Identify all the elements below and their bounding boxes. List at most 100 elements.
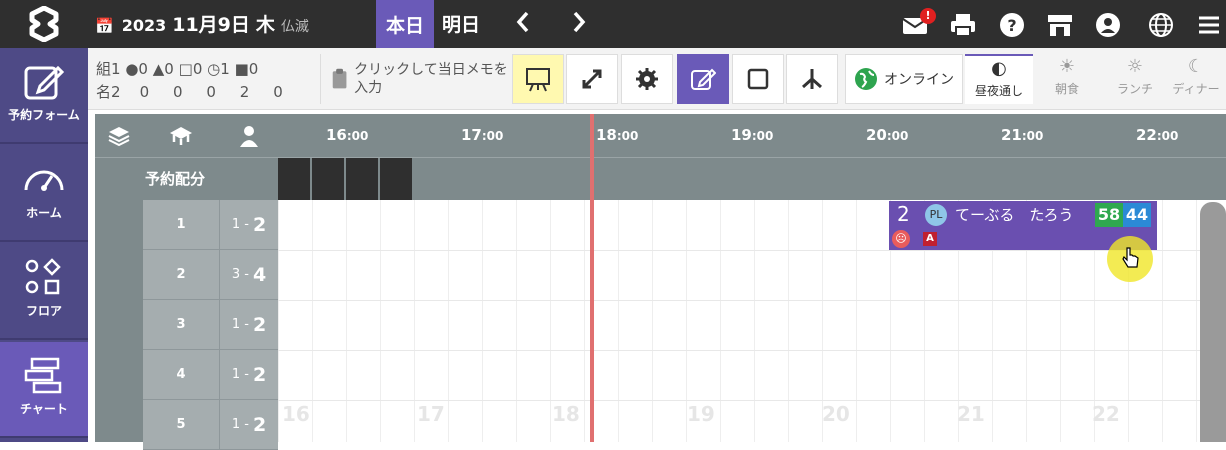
clock-count: 1 (220, 60, 230, 78)
hour-label: 17:00 (461, 126, 504, 144)
clock-icon: ◷ (207, 60, 221, 78)
table-number: 2 (143, 250, 219, 300)
split-button[interactable] (786, 54, 838, 104)
clipboard-count: 0 (192, 60, 203, 78)
grid-line (278, 200, 279, 442)
floor-shapes-icon (25, 258, 61, 295)
grid-line (720, 200, 721, 442)
day-memo-button[interactable]: クリックして当日メモを入力 (320, 54, 510, 104)
split-icon (802, 69, 822, 89)
table-row[interactable]: 1 1 -2 (95, 200, 278, 250)
account-icon[interactable] (1095, 12, 1121, 38)
faint-hour: 22 (1092, 402, 1120, 426)
groups-count: 組1 (96, 60, 121, 78)
toolbar: 組1 ●0 ▲0 □0 ◷1 ■0 名2 0 0 0 2 0 クリックして当日メ… (88, 48, 1226, 110)
layers-button[interactable] (95, 114, 143, 158)
svg-text:?: ? (1007, 16, 1016, 35)
web-count: 0 (138, 60, 148, 78)
chair-icon: ■ (234, 60, 249, 78)
person-icon (239, 126, 258, 147)
sidebar-item-home[interactable]: ホーム (0, 146, 88, 242)
allocation-cell[interactable] (312, 158, 345, 200)
allocation-cell[interactable] (346, 158, 379, 200)
settings-button[interactable] (621, 54, 673, 104)
walkin-count: 0 (164, 60, 174, 78)
grid-line (312, 200, 313, 442)
globe-icon[interactable] (1148, 12, 1174, 38)
mode-all-day[interactable]: ◐ 昼夜通し (965, 54, 1033, 104)
table-row[interactable]: 5 1 -2 (95, 400, 278, 450)
faint-hour: 18 (552, 402, 580, 426)
faint-hour: 21 (957, 402, 985, 426)
grid-line (482, 200, 483, 442)
edit-mode-button[interactable] (677, 54, 729, 104)
capacity-header[interactable] (219, 114, 278, 158)
score-badge: 44 (1123, 203, 1151, 227)
layers-icon (108, 127, 130, 147)
moon-icon: ☾ (1187, 56, 1205, 77)
date-display[interactable]: 📅 2023 11月9日 木 仏滅 (95, 10, 309, 37)
table-number: 5 (143, 400, 219, 450)
people-count: 名2 (96, 83, 121, 101)
grid-line (788, 200, 789, 442)
allocation-cell[interactable] (380, 158, 413, 200)
allocation-cell[interactable] (278, 158, 311, 200)
grid-line (516, 200, 517, 442)
mode-label: 朝食 (1054, 82, 1079, 96)
hour-label: 21:00 (1001, 126, 1044, 144)
cursor-highlight (1107, 236, 1153, 282)
chair-count: 0 (248, 60, 259, 78)
online-label: オンライン (884, 72, 954, 88)
globe-icon: ● (125, 60, 139, 78)
menu-icon[interactable] (1196, 12, 1222, 38)
square-button[interactable] (732, 54, 784, 104)
speedometer-icon (24, 170, 64, 191)
counts-summary: 組1 ●0 ▲0 □0 ◷1 ■0 名2 0 0 0 2 0 (96, 58, 283, 104)
table-row[interactable]: 4 1 -2 (95, 350, 278, 400)
expand-button[interactable] (566, 54, 618, 104)
visit-badge: 58 (1095, 203, 1123, 227)
help-icon[interactable]: ? (999, 12, 1025, 38)
mode-label: 昼夜通し (974, 84, 1023, 98)
half-moon-icon: ◐ (991, 58, 1007, 79)
calendar-icon: 📅 (95, 17, 114, 35)
grid-line (618, 200, 619, 442)
chair-people: 0 (273, 83, 283, 101)
mode-lunch[interactable]: ☼ ランチ (1101, 54, 1169, 104)
clipboard-icon: □ (178, 60, 193, 78)
table-row[interactable]: 3 1 -2 (95, 300, 278, 350)
table-row[interactable]: 2 3 -4 (95, 250, 278, 300)
logo-icon[interactable] (24, 6, 64, 42)
tag-badge: A (923, 232, 937, 246)
online-status[interactable]: オンライン (845, 54, 963, 104)
presentation-button[interactable] (512, 54, 564, 104)
faint-hour: 19 (687, 402, 715, 426)
table-icon (170, 127, 192, 145)
table-capacity: 1 -2 (219, 300, 278, 350)
mail-badge: ! (920, 8, 936, 24)
today-button[interactable]: 本日 (376, 0, 434, 48)
mode-dinner[interactable]: ☾ ディナー (1166, 54, 1226, 104)
sidebar-item-chart[interactable]: チャート (0, 342, 88, 438)
grid-line (346, 200, 347, 442)
year-text: 2023 (121, 16, 167, 35)
tomorrow-button[interactable]: 明日 (442, 10, 480, 37)
grid-line (652, 200, 653, 442)
sidebar-item-reservation-form[interactable]: 予約フォーム (0, 48, 88, 144)
edit-form-icon (24, 65, 65, 100)
grid-line (448, 200, 449, 442)
grid-line (414, 200, 415, 442)
face-icon: ☹ (892, 230, 910, 248)
store-icon[interactable] (1047, 12, 1073, 38)
scrollbar[interactable] (1200, 202, 1226, 442)
sidebar-item-floor[interactable]: フロア (0, 244, 88, 340)
mode-breakfast[interactable]: ☀ 朝食 (1033, 54, 1101, 104)
party-size: 2 (897, 202, 910, 226)
table-header[interactable] (143, 114, 219, 158)
sidebar-item-label: 予約フォーム (8, 108, 80, 122)
sidebar-item-label: フロア (25, 304, 62, 318)
print-icon[interactable] (950, 12, 976, 38)
chevron-left-icon[interactable] (514, 8, 532, 36)
chevron-right-icon[interactable] (570, 8, 588, 36)
hand-cursor-icon (1122, 247, 1139, 268)
